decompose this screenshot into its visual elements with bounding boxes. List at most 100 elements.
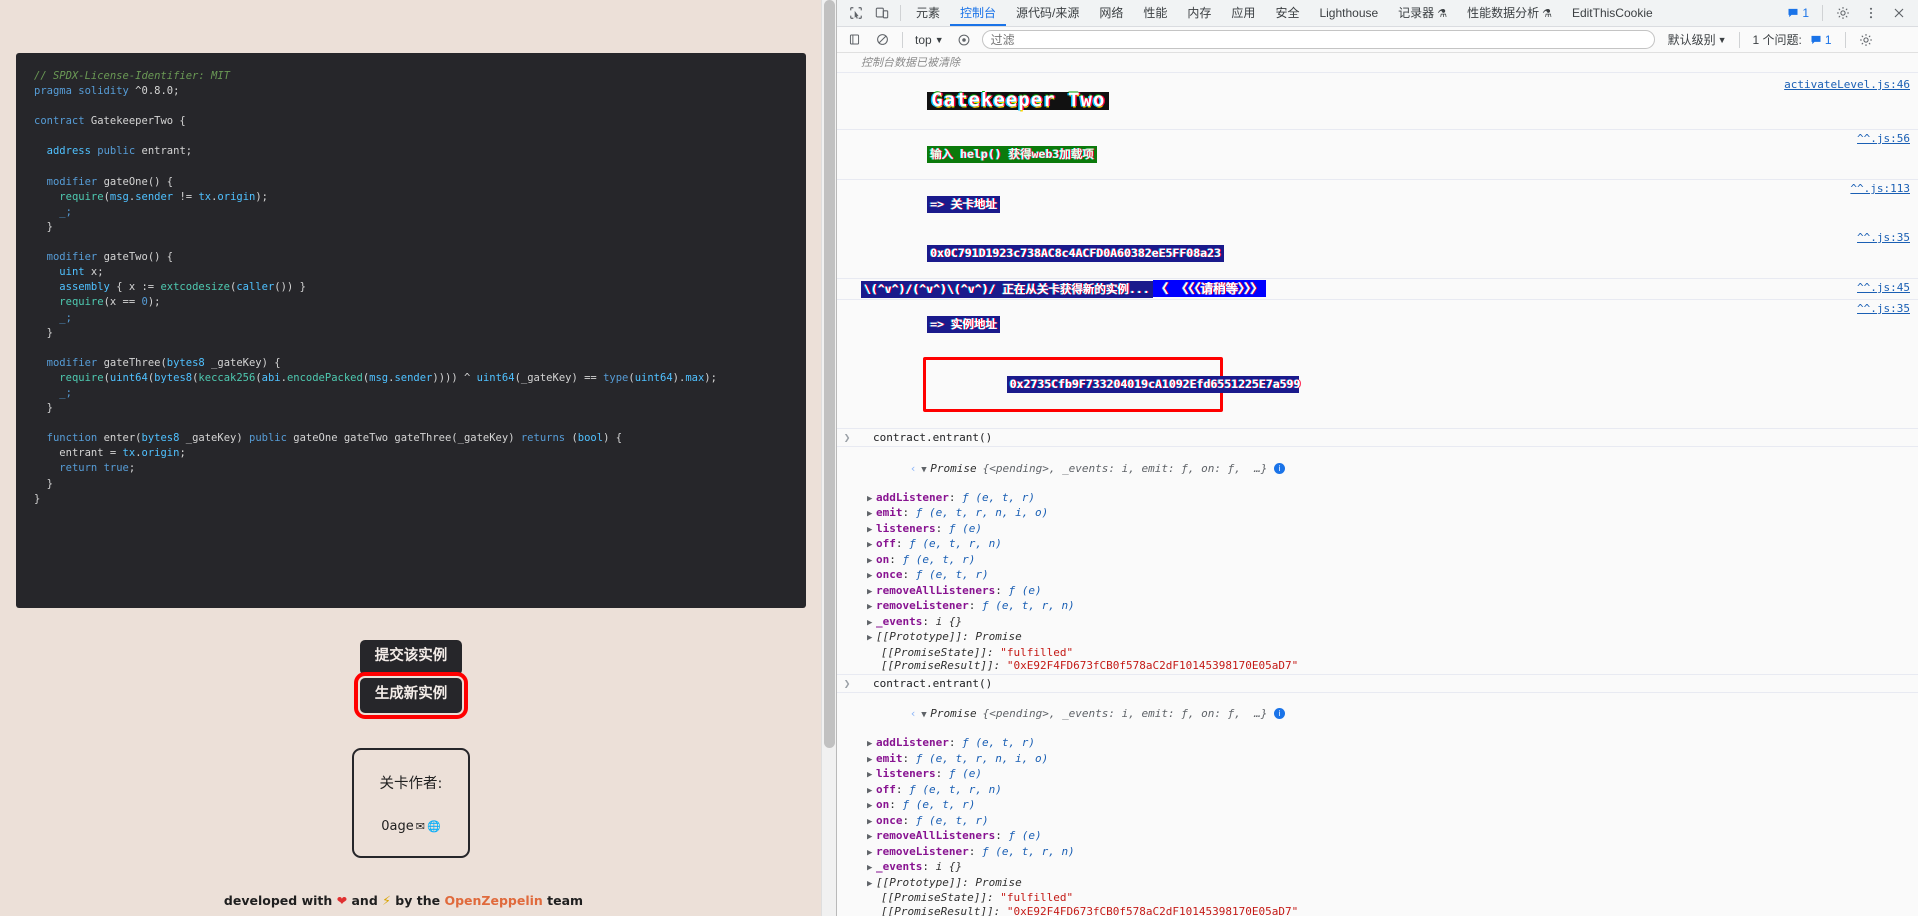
console-filter-input[interactable] (981, 30, 1655, 49)
expand-triangle-icon[interactable]: ▶ (867, 800, 876, 814)
expand-triangle-icon[interactable]: ▶ (867, 555, 876, 569)
globe-icon[interactable]: 🌐 (427, 820, 441, 833)
tab-performance[interactable]: 性能 (1133, 0, 1177, 26)
source-link[interactable]: ^^.js:113 (1850, 181, 1918, 196)
expand-triangle-icon[interactable]: ▶ (867, 539, 876, 553)
level-address-label: => 关卡地址 (927, 196, 1001, 213)
code-line: _; (59, 311, 72, 324)
tab-console[interactable]: 控制台 (950, 0, 1006, 26)
object-property-row[interactable]: ▶ once: ƒ (e, t, r) (837, 814, 1918, 830)
expand-triangle-icon[interactable]: ▶ (867, 816, 876, 830)
tab-application[interactable]: 应用 (1221, 0, 1265, 26)
tab-recorder[interactable]: 记录器 ⚗ (1388, 0, 1457, 26)
log-level-select[interactable]: 默认级别 ▼ (1663, 31, 1732, 48)
tab-memory[interactable]: 内存 (1177, 0, 1221, 26)
no-entry-icon[interactable] (869, 28, 895, 52)
promise-header-row[interactable]: ‹ ▼ Promise {<pending>, _events: i, emit: ƒ… (837, 694, 1918, 737)
object-prototype-row[interactable]: ▶ [[Prototype]]: Promise (837, 630, 1918, 646)
close-icon[interactable] (1886, 1, 1912, 25)
property-value: i {} (935, 614, 963, 628)
inspect-element-icon[interactable] (843, 1, 869, 25)
more-vertical-icon[interactable] (1858, 1, 1884, 25)
source-link[interactable]: activateLevel.js:46 (1784, 77, 1918, 92)
object-property-row[interactable]: ▶ emit: ƒ (e, t, r, n, i, o) (837, 752, 1918, 768)
expand-triangle-icon[interactable]: ▼ (921, 464, 930, 478)
issues-count-badge[interactable]: 1 (1804, 33, 1838, 47)
expand-triangle-icon[interactable]: ▶ (867, 831, 876, 845)
promise-header-row[interactable]: ‹ ▼ Promise {<pending>, _events: i, emit: ƒ… (837, 448, 1918, 491)
tabbar-right-divider (1822, 5, 1823, 21)
tab-editthiscookie[interactable]: EditThisCookie (1562, 0, 1663, 26)
tab-elements[interactable]: 元素 (906, 0, 950, 26)
expand-triangle-icon[interactable]: ▶ (867, 493, 876, 507)
object-property-row[interactable]: ▶ once: ƒ (e, t, r) (837, 568, 1918, 584)
issues-badge[interactable]: 1 (1781, 6, 1815, 20)
console-message: \(^v^)/(^v^)\(^v^)/ 正在从关卡获得新的实例... 〈 〈〈〈请… (837, 279, 1918, 300)
console-body[interactable]: 控制台数据已被清除 Gatekeeper Two activateLevel.j… (837, 53, 1918, 916)
object-property-row[interactable]: ▶ addListener: ƒ (e, t, r) (837, 736, 1918, 752)
expand-triangle-icon[interactable]: ▶ (867, 617, 876, 631)
promise-label: Promise (930, 707, 977, 720)
page-scrollbar-thumb[interactable] (824, 0, 835, 748)
expand-triangle-icon[interactable]: ▶ (867, 570, 876, 584)
expand-triangle-icon[interactable]: ▶ (867, 601, 876, 615)
object-property-row[interactable]: ▶ on: ƒ (e, t, r) (837, 553, 1918, 569)
object-property-row[interactable]: ▶ removeAllListeners: ƒ (e) (837, 584, 1918, 600)
expand-triangle-icon[interactable]: ▶ (867, 508, 876, 522)
openzeppelin-link[interactable]: OpenZeppelin (444, 893, 542, 908)
getting-instance-text: \(^v^)/(^v^)\(^v^)/ 正在从关卡获得新的实例... (861, 281, 1153, 298)
execution-context-select[interactable]: top ▼ (910, 30, 949, 50)
clear-console-icon[interactable] (841, 28, 867, 52)
object-property-row[interactable]: ▶ removeAllListeners: ƒ (e) (837, 829, 1918, 845)
object-property-row[interactable]: ▶ addListener: ƒ (e, t, r) (837, 491, 1918, 507)
expand-triangle-icon[interactable]: ▶ (867, 524, 876, 538)
expand-triangle-icon[interactable]: ▶ (867, 847, 876, 861)
object-property-row[interactable]: ▶ listeners: ƒ (e) (837, 767, 1918, 783)
object-property-row[interactable]: ▶ removeListener: ƒ (e, t, r, n) (837, 845, 1918, 861)
device-toolbar-icon[interactable] (869, 1, 895, 25)
console-input-text: contract.entrant() (873, 676, 993, 690)
new-instance-button[interactable]: 生成新实例 (353, 671, 469, 719)
object-property-row[interactable]: ▶ listeners: ƒ (e) (837, 522, 1918, 538)
tab-sources[interactable]: 源代码/来源 (1006, 0, 1089, 26)
object-property-row[interactable]: ▶ _events: i {} (837, 615, 1918, 631)
tab-network[interactable]: 网络 (1089, 0, 1133, 26)
expand-triangle-icon[interactable]: ▶ (867, 862, 876, 876)
please-wait-text: 〈 〈〈〈请稍等〉〉〉 (1152, 280, 1267, 297)
object-property-row[interactable]: ▶ on: ƒ (e, t, r) (837, 798, 1918, 814)
object-property-row[interactable]: ▶ emit: ƒ (e, t, r, n, i, o) (837, 506, 1918, 522)
expand-triangle-icon[interactable]: ▶ (867, 738, 876, 752)
property-key: once (876, 813, 903, 827)
mail-icon[interactable]: ✉ (416, 820, 425, 833)
submit-instance-button[interactable]: 提交该实例 (359, 640, 463, 675)
expand-triangle-icon[interactable]: ▶ (867, 785, 876, 799)
expand-triangle-icon[interactable]: ▶ (867, 878, 876, 892)
gear-icon[interactable] (1830, 1, 1856, 25)
expand-triangle-icon[interactable]: ▶ (867, 769, 876, 783)
gear-icon[interactable] (1853, 28, 1879, 52)
tab-security[interactable]: 安全 (1265, 0, 1309, 26)
toolbar-divider-3 (1844, 31, 1846, 48)
object-property-row[interactable]: ▶ off: ƒ (e, t, r, n) (837, 783, 1918, 799)
object-property-row[interactable]: ▶ removeListener: ƒ (e, t, r, n) (837, 599, 1918, 615)
info-icon[interactable]: i (1274, 708, 1285, 719)
source-link[interactable]: ^^.js:35 (1857, 301, 1918, 316)
bolt-icon: ⚡ (382, 893, 391, 908)
object-property-row[interactable]: ▶ _events: i {} (837, 860, 1918, 876)
object-property-row[interactable]: ▶ off: ƒ (e, t, r, n) (837, 537, 1918, 553)
object-prototype-row[interactable]: ▶ [[Prototype]]: Promise (837, 876, 1918, 892)
tab-performance-insights[interactable]: 性能数据分析 ⚗ (1457, 0, 1562, 26)
property-value: ƒ (e, t, r) (902, 798, 976, 811)
heart-icon: ❤ (336, 893, 348, 908)
expand-triangle-icon[interactable]: ▶ (867, 586, 876, 600)
source-link[interactable]: ^^.js:56 (1857, 131, 1918, 146)
tab-lighthouse[interactable]: Lighthouse (1309, 0, 1388, 26)
page-scrollbar[interactable] (821, 0, 836, 916)
source-link[interactable]: ^^.js:45 (1857, 280, 1918, 295)
expand-triangle-icon[interactable]: ▶ (867, 754, 876, 768)
info-icon[interactable]: i (1274, 462, 1285, 474)
live-expression-icon[interactable] (951, 28, 977, 52)
expand-triangle-icon[interactable]: ▶ (867, 632, 876, 646)
source-link[interactable]: ^^.js:35 (1857, 230, 1918, 245)
expand-triangle-icon[interactable]: ▼ (921, 709, 930, 723)
